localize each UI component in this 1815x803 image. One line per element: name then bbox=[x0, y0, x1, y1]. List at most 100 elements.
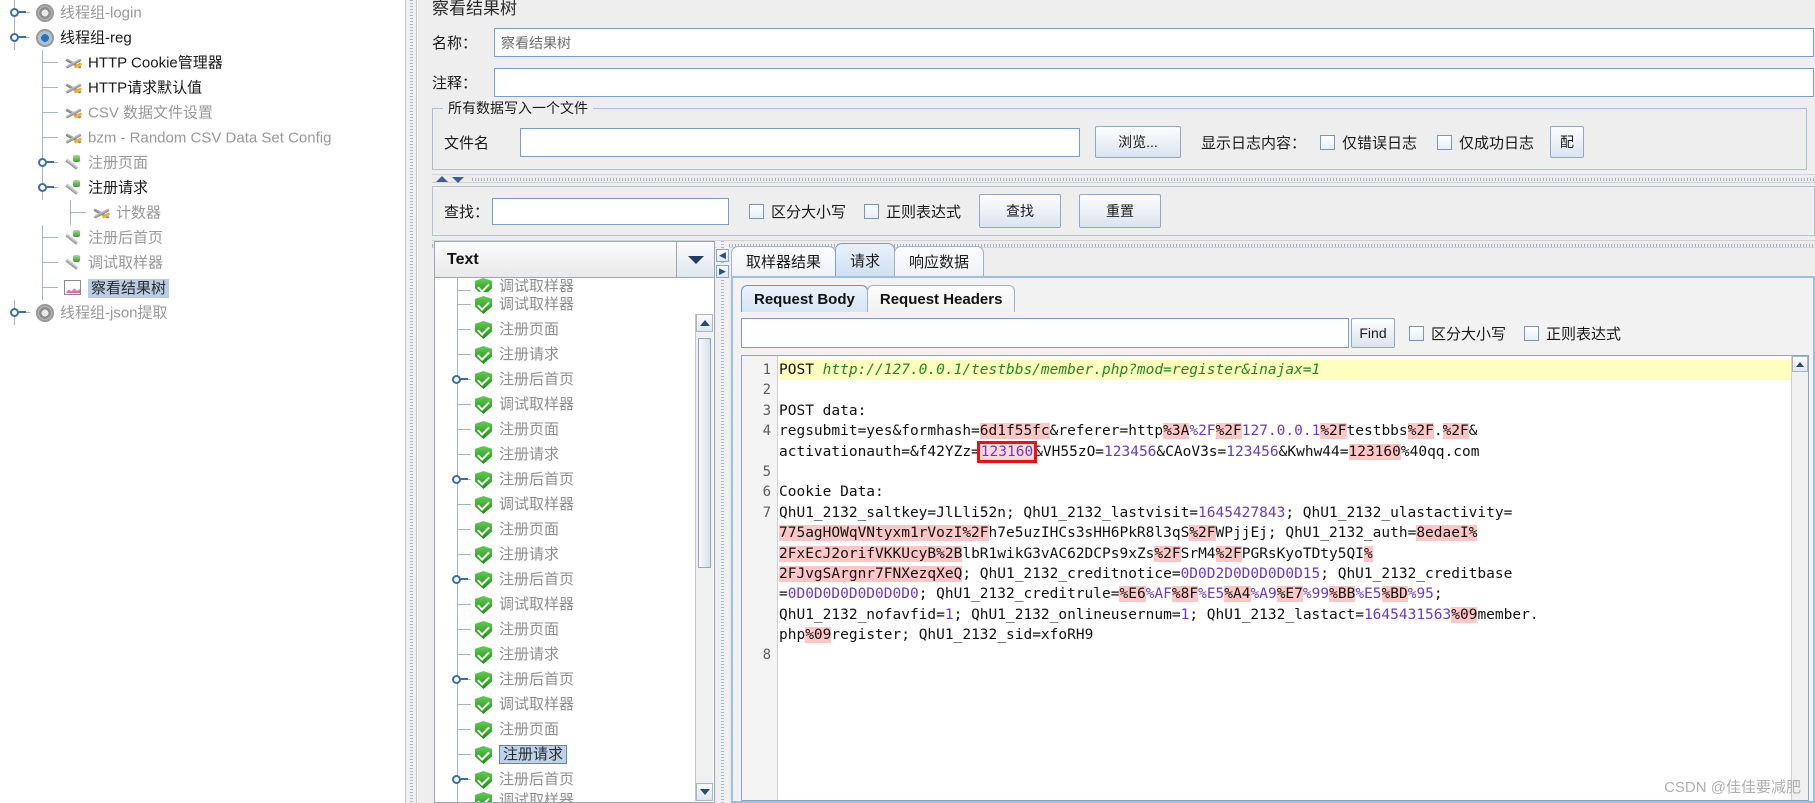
code-find-button[interactable]: Find bbox=[1351, 318, 1395, 348]
errors-only-checkbox-row[interactable]: 仅错误日志 bbox=[1320, 132, 1417, 153]
request-subtab-1[interactable]: Request Headers bbox=[866, 285, 1016, 312]
errors-only-checkbox[interactable] bbox=[1320, 134, 1336, 150]
code-scrollbar[interactable] bbox=[1791, 356, 1808, 800]
tree-item-1[interactable]: 线程组-reg bbox=[0, 25, 405, 50]
results-tree[interactable]: Text 调试取样器 调试取样器 注册页面 注册请求 注册后首页 调试取样器 注册页面 注册请… bbox=[434, 241, 715, 803]
results-detail-splitter[interactable]: ◀ ▶ bbox=[716, 241, 729, 803]
results-tree-row[interactable]: 注册页面 bbox=[435, 417, 714, 442]
tree-expand-toggle[interactable] bbox=[38, 183, 47, 192]
tree-item-7[interactable]: 注册请求 bbox=[0, 175, 405, 200]
code-content[interactable]: POST http://127.0.0.1/testbbs/member.php… bbox=[779, 356, 1808, 800]
tree-item-11[interactable]: 察看结果树 bbox=[0, 275, 405, 300]
chevron-down-icon[interactable] bbox=[676, 242, 714, 277]
results-tree-row[interactable]: 注册页面 bbox=[435, 717, 714, 742]
results-tree-row[interactable]: 注册页面 bbox=[435, 317, 714, 342]
request-subtabs[interactable]: Request Body Request Headers bbox=[741, 284, 1016, 312]
results-view-selector[interactable]: Text bbox=[435, 242, 714, 278]
comment-input[interactable] bbox=[494, 68, 1814, 97]
successes-only-checkbox[interactable] bbox=[1437, 134, 1453, 150]
name-input[interactable] bbox=[494, 28, 1814, 57]
vertical-splitter[interactable] bbox=[405, 0, 417, 803]
tree-item-9[interactable]: 注册后首页 bbox=[0, 225, 405, 250]
collapse-left-icon[interactable]: ◀ bbox=[716, 249, 729, 262]
filename-input[interactable] bbox=[520, 127, 1080, 157]
results-tree-row[interactable]: 注册后首页 bbox=[435, 767, 714, 792]
collapse-up-icon[interactable] bbox=[436, 176, 448, 182]
collapse-down-icon[interactable] bbox=[452, 177, 464, 183]
successes-only-checkbox-row[interactable]: 仅成功日志 bbox=[1437, 132, 1534, 153]
detail-tab-2[interactable]: 响应数据 bbox=[894, 246, 985, 276]
tree-expand-toggle[interactable] bbox=[10, 8, 19, 17]
results-tree-row[interactable]: 调试取样器 bbox=[435, 692, 714, 717]
tree-expand-toggle[interactable] bbox=[452, 775, 461, 784]
code-line: QhU1_2132_saltkey=JlLli52n; QhU1_2132_la… bbox=[779, 504, 1513, 521]
tree-item-2[interactable]: HTTP Cookie管理器 bbox=[0, 50, 405, 75]
results-tree-row[interactable]: 调试取样器 bbox=[435, 292, 714, 317]
tree-item-3[interactable]: HTTP请求默认值 bbox=[0, 75, 405, 100]
tree-item-10[interactable]: 调试取样器 bbox=[0, 250, 405, 275]
results-tree-scrollbar[interactable] bbox=[695, 314, 713, 801]
search-case-sensitive-row[interactable]: 区分大小写 bbox=[749, 201, 846, 222]
results-tree-row[interactable]: 调试取样器 bbox=[435, 592, 714, 617]
code-regex-checkbox[interactable] bbox=[1524, 325, 1540, 341]
request-subtab-0[interactable]: Request Body bbox=[741, 285, 868, 312]
tree-expand-toggle[interactable] bbox=[10, 33, 19, 42]
results-tree-row[interactable]: 注册请求 bbox=[435, 342, 714, 367]
search-regex-row[interactable]: 正则表达式 bbox=[864, 201, 961, 222]
results-tree-row[interactable]: 注册页面 bbox=[435, 617, 714, 642]
tree-expand-toggle[interactable] bbox=[452, 475, 461, 484]
scrollbar-thumb[interactable] bbox=[698, 338, 711, 568]
search-case-sensitive-checkbox[interactable] bbox=[749, 203, 764, 219]
horizontal-splitter-top[interactable] bbox=[432, 174, 1815, 183]
tree-item-6[interactable]: 注册页面 bbox=[0, 150, 405, 175]
results-tree-row[interactable]: 注册请求 bbox=[435, 542, 714, 567]
request-body-viewer[interactable]: 1 2 3 4 5 6 7 8 POST http://127.0.0.1/testbbs/m… bbox=[741, 355, 1809, 801]
search-reset-button[interactable]: 重置 bbox=[1079, 194, 1162, 228]
tree-expand-stem bbox=[461, 478, 468, 480]
results-tree-row[interactable]: 调试取样器 bbox=[435, 492, 714, 517]
scroll-up-icon[interactable] bbox=[696, 314, 713, 332]
tree-item-0[interactable]: 线程组-login bbox=[0, 0, 405, 25]
results-tree-row[interactable]: 注册后首页 bbox=[435, 667, 714, 692]
tree-item-12[interactable]: 线程组-json提取 bbox=[0, 300, 405, 325]
tree-expand-toggle[interactable] bbox=[38, 158, 47, 167]
search-regex-checkbox[interactable] bbox=[864, 203, 880, 219]
code-regex-row[interactable]: 正则表达式 bbox=[1524, 323, 1621, 344]
results-tree-row[interactable]: 调试取样器 bbox=[435, 392, 714, 417]
tree-item-5[interactable]: bzm - Random CSV Data Set Config bbox=[0, 125, 405, 150]
tree-expand-toggle[interactable] bbox=[452, 575, 461, 584]
scroll-down-icon[interactable] bbox=[696, 783, 713, 801]
code-scroll-up-icon[interactable] bbox=[1792, 356, 1808, 372]
errors-only-label: 仅错误日志 bbox=[1342, 134, 1418, 152]
tree-expand-toggle[interactable] bbox=[452, 375, 461, 384]
tree-expand-toggle[interactable] bbox=[10, 308, 19, 317]
results-tree-row[interactable]: 注册请求 bbox=[435, 642, 714, 667]
results-tree-row[interactable]: 注册后首页 bbox=[435, 567, 714, 592]
results-tree-body[interactable]: 调试取样器 调试取样器 注册页面 注册请求 注册后首页 调试取样器 注册页面 注册请求 注册后首… bbox=[435, 278, 714, 802]
results-tree-row[interactable]: 调试取样器 bbox=[435, 792, 714, 802]
results-tree-row[interactable]: 注册请求 bbox=[435, 742, 714, 767]
detail-tab-1[interactable]: 请求 bbox=[835, 243, 896, 276]
collapse-right-icon[interactable]: ▶ bbox=[716, 265, 729, 278]
search-find-button[interactable]: 查找 bbox=[979, 194, 1062, 228]
browse-button[interactable]: 浏览... bbox=[1095, 126, 1181, 158]
results-tree-row[interactable]: 注册后首页 bbox=[435, 367, 714, 392]
code-case-sensitive-checkbox[interactable] bbox=[1409, 325, 1424, 341]
tree-item-8[interactable]: 计数器 bbox=[0, 200, 405, 225]
search-input[interactable] bbox=[492, 197, 729, 225]
tree-connector bbox=[457, 404, 471, 405]
detail-tabs[interactable]: 取样器结果 请求 响应数据 bbox=[731, 243, 985, 276]
tree-expand-toggle[interactable] bbox=[452, 675, 461, 684]
code-find-input[interactable] bbox=[741, 318, 1349, 348]
results-tree-row[interactable]: 注册请求 bbox=[435, 442, 714, 467]
configure-button[interactable]: 配 bbox=[1550, 126, 1585, 158]
success-shield-icon bbox=[475, 371, 492, 390]
results-tree-row[interactable]: 调试取样器 bbox=[435, 278, 714, 292]
code-case-sensitive-row[interactable]: 区分大小写 bbox=[1409, 323, 1506, 344]
results-tree-row[interactable]: 注册后首页 bbox=[435, 467, 714, 492]
results-tree-row[interactable]: 注册页面 bbox=[435, 517, 714, 542]
test-plan-tree[interactable]: 线程组-login 线程组-reg HTTP Cookie管理器 HTTP请求默认值 C… bbox=[0, 0, 405, 803]
tree-item-4[interactable]: CSV 数据文件设置 bbox=[0, 100, 405, 125]
detail-tab-0[interactable]: 取样器结果 bbox=[731, 246, 837, 276]
